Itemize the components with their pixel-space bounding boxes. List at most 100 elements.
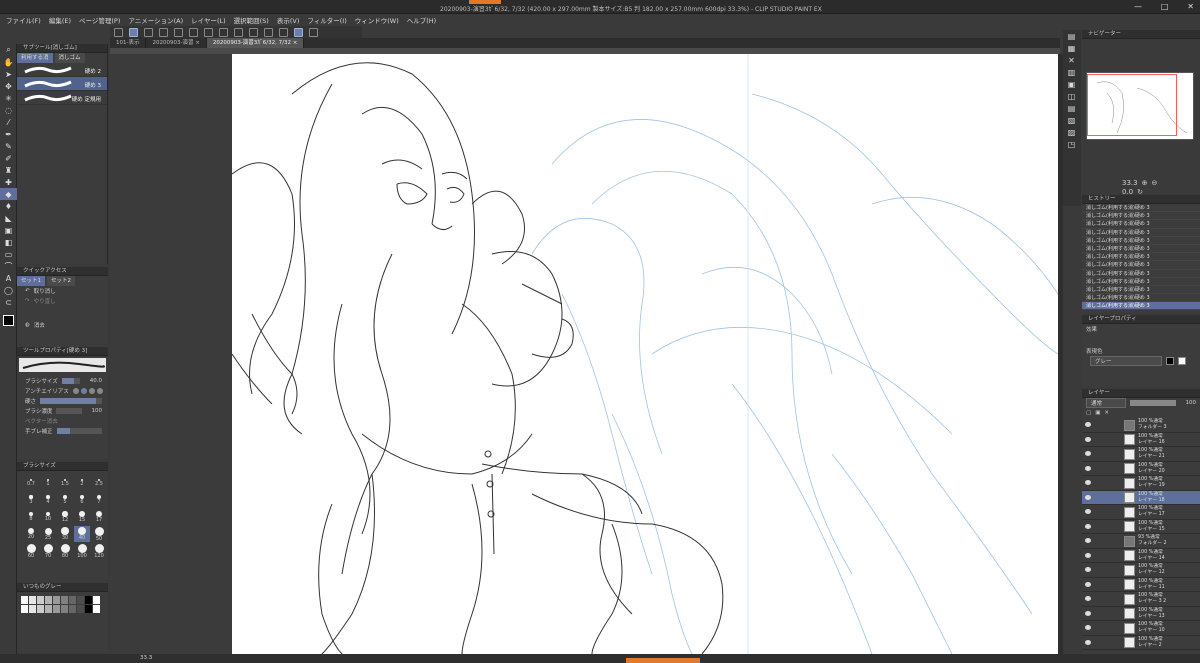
- history-item[interactable]: 消しゴム(利用する消)硬め 3: [1082, 286, 1200, 295]
- quick-item-clear[interactable]: ◍ 消去: [17, 320, 108, 330]
- brush-size-option[interactable]: 6: [74, 492, 90, 508]
- visibility-eye-icon[interactable]: [1085, 552, 1091, 558]
- wand-icon[interactable]: ✳: [0, 92, 17, 104]
- eraser-icon[interactable]: ◆: [0, 188, 17, 200]
- visibility-eye-icon[interactable]: [1085, 494, 1091, 500]
- layer-row[interactable]: 100 %通常 レイヤー 14: [1082, 549, 1200, 563]
- color-swatch[interactable]: [77, 596, 84, 604]
- color-swatch[interactable]: [0, 314, 17, 326]
- layer-folder-row[interactable]: 93 %通常 フォルダー 2: [1082, 534, 1200, 549]
- brush-size-row[interactable]: ブラシサイズ 40.0: [17, 376, 108, 386]
- history-item[interactable]: 消しゴム(利用する消)硬め 3: [1082, 278, 1200, 286]
- visibility-eye-icon[interactable]: [1085, 581, 1091, 587]
- color-swatch[interactable]: [21, 605, 28, 613]
- history-item[interactable]: 消しゴム(利用する消)硬め 3: [1082, 229, 1200, 237]
- layer-row[interactable]: 100 %通常 レイヤー 20: [1082, 462, 1200, 476]
- new-file-icon[interactable]: [144, 27, 153, 37]
- text-icon[interactable]: A: [0, 272, 17, 284]
- brush-size-option[interactable]: 1: [40, 475, 56, 491]
- layer-row[interactable]: 100 %通常 レイヤー 10: [1082, 621, 1200, 636]
- delete-layer-icon[interactable]: ✕: [1104, 410, 1109, 416]
- layer-row[interactable]: 100 %通常 レイヤー 19: [1082, 476, 1200, 491]
- color-swatch[interactable]: [45, 605, 52, 613]
- layer-row[interactable]: 100 %通常 レイヤー 17: [1082, 505, 1200, 520]
- brush-size-slider[interactable]: [61, 378, 80, 384]
- brush-icon[interactable]: [129, 27, 138, 37]
- antialias-mid-icon[interactable]: [88, 388, 95, 394]
- opacity-slider[interactable]: [1130, 400, 1176, 406]
- artist-icon[interactable]: ◳: [1063, 138, 1080, 150]
- new-layer-icon[interactable]: ▢: [1086, 410, 1091, 416]
- quick-tab-set1[interactable]: セット1: [17, 276, 45, 286]
- page-icon[interactable]: ▨: [1063, 126, 1080, 138]
- layer-row[interactable]: 100 %通常 レイヤー 12: [1082, 563, 1200, 578]
- color-swatch[interactable]: [61, 596, 68, 604]
- brush-size-option[interactable]: 5: [57, 492, 73, 508]
- deselect-icon[interactable]: [279, 27, 288, 37]
- menu-file[interactable]: ファイル(F): [6, 15, 41, 25]
- color-black-swatch[interactable]: [1166, 357, 1174, 365]
- visibility-eye-icon[interactable]: [1085, 465, 1091, 471]
- frame-icon[interactable]: ▭: [0, 248, 17, 260]
- brush-size-option[interactable]: 80: [57, 543, 73, 559]
- color-swatch[interactable]: [93, 605, 100, 613]
- brush-tool-icon[interactable]: ✐: [0, 152, 17, 164]
- save-icon[interactable]: [174, 27, 183, 37]
- subtool-tab-favorite[interactable]: 利用する消: [17, 53, 53, 63]
- layer-row[interactable]: 100 %通常 レイヤー 15: [1082, 520, 1200, 534]
- visibility-eye-icon[interactable]: [1085, 436, 1091, 442]
- history-item[interactable]: 消しゴム(利用する消)硬め 3: [1082, 294, 1200, 303]
- undo-icon[interactable]: [189, 27, 198, 37]
- pen-tool-icon[interactable]: ✒: [0, 128, 17, 140]
- blend-icon[interactable]: ♦: [0, 200, 17, 212]
- visibility-eye-icon[interactable]: [1085, 509, 1091, 514]
- color-swatch[interactable]: [29, 596, 36, 604]
- brush-size-option[interactable]: 60: [23, 543, 39, 559]
- brush-size-option[interactable]: 20: [23, 526, 39, 542]
- menu-layer[interactable]: レイヤー(L): [191, 15, 226, 25]
- sub-view-icon[interactable]: ✕: [1063, 54, 1080, 66]
- antialias-options[interactable]: [72, 388, 103, 394]
- brush-item-hard-3[interactable]: 硬め 3: [17, 77, 107, 91]
- airbrush-icon[interactable]: ♜: [0, 164, 17, 176]
- color-swatch[interactable]: [21, 596, 28, 604]
- object-icon[interactable]: ➤: [0, 68, 17, 80]
- brush-size-option[interactable]: 2: [74, 475, 90, 491]
- brush-size-option[interactable]: 7: [91, 492, 107, 508]
- transform-icon[interactable]: [249, 27, 258, 37]
- density-row[interactable]: ブラシ濃度 100: [17, 406, 108, 416]
- hardness-row[interactable]: 硬さ: [17, 396, 108, 406]
- history-item[interactable]: 消しゴム(利用する消)硬め 3: [1082, 237, 1200, 245]
- menu-window[interactable]: ウィンドウ(W): [355, 15, 399, 25]
- color-swatch[interactable]: [93, 596, 100, 604]
- history-item[interactable]: 消しゴム(利用する消)硬め 3: [1082, 220, 1200, 229]
- info-icon[interactable]: ▥: [1063, 66, 1080, 78]
- visibility-eye-icon[interactable]: [1085, 422, 1091, 427]
- quick-item-undo[interactable]: ↶ 取り消し: [17, 286, 108, 296]
- close-button[interactable]: ✕: [1187, 2, 1194, 14]
- visibility-eye-icon[interactable]: [1085, 610, 1091, 616]
- material-icon[interactable]: ▤: [1063, 30, 1080, 42]
- layer-folder-row[interactable]: 100 %通常 フォルダー 3: [1082, 418, 1200, 433]
- color-white-swatch[interactable]: [1178, 357, 1186, 365]
- color-swatch[interactable]: [45, 596, 52, 604]
- menu-page[interactable]: ページ管理(P): [79, 15, 120, 25]
- zoom-icon[interactable]: ⌕: [0, 44, 17, 56]
- visibility-eye-icon[interactable]: [1085, 639, 1091, 645]
- pencil-icon[interactable]: ✎: [0, 140, 17, 152]
- balloon-icon[interactable]: ◯: [0, 284, 17, 296]
- maximize-button[interactable]: □: [1161, 2, 1169, 14]
- color-swatch[interactable]: [53, 605, 60, 613]
- pen-icon[interactable]: [294, 27, 303, 37]
- layer-row[interactable]: 100 %通常 レイヤー 11: [1082, 578, 1200, 592]
- new-folder-icon[interactable]: ▣: [1095, 410, 1100, 416]
- color-swatch[interactable]: [69, 605, 76, 613]
- visibility-eye-icon[interactable]: [1085, 567, 1091, 572]
- ruler-icon[interactable]: ⌒: [0, 260, 17, 272]
- open-icon[interactable]: [159, 27, 168, 37]
- brush-size-option[interactable]: 40: [74, 526, 90, 542]
- visibility-eye-icon[interactable]: [1085, 451, 1091, 456]
- animation-icon[interactable]: ▤: [1063, 102, 1080, 114]
- brush-size-option[interactable]: 30: [57, 526, 73, 542]
- gradient-icon[interactable]: ▣: [0, 224, 17, 236]
